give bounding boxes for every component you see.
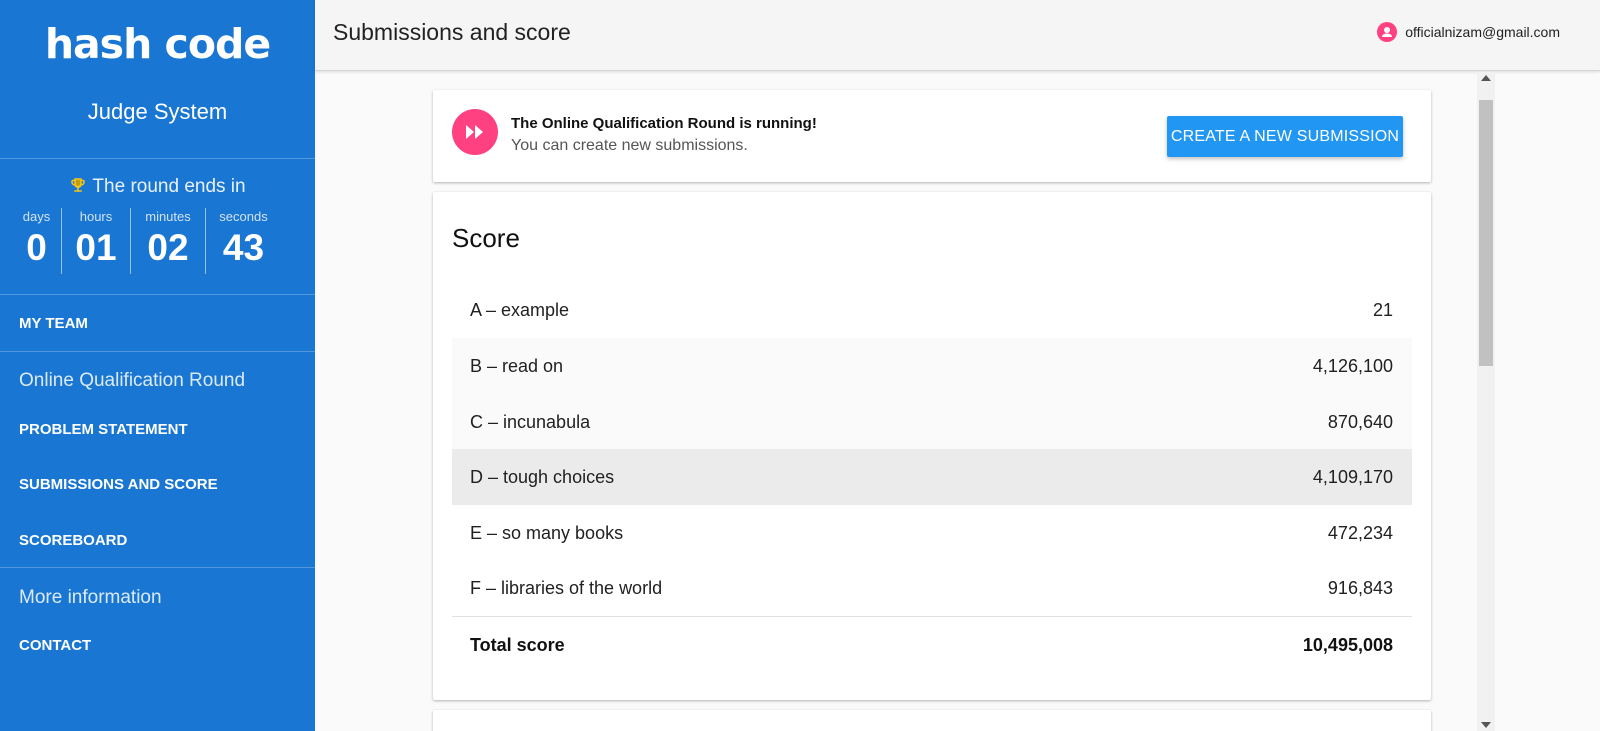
scroll-thumb[interactable] <box>1479 100 1493 366</box>
dataset-score: 472,234 <box>1327 522 1393 543</box>
logo: hash code <box>44 20 271 68</box>
nav-scoreboard[interactable]: SCOREBOARD <box>19 532 127 549</box>
score-row: C – incunabula 870,640 <box>452 394 1412 450</box>
countdown-value: 01 <box>75 227 117 268</box>
sidebar: hash code Judge System The round ends in… <box>0 0 315 731</box>
total-score-row: Total score 10,495,008 <box>452 617 1412 673</box>
nav-section-round: Online Qualification Round <box>19 370 246 391</box>
score-row: D – tough choices 4,109,170 <box>452 449 1412 505</box>
countdown-days: days 0 <box>12 208 61 274</box>
user-email: officialnizam@gmail.com <box>1405 24 1560 40</box>
divider <box>0 294 315 295</box>
score-card: Score A – example 21 B – read on 4,126,1… <box>433 192 1431 700</box>
countdown-seconds: seconds 43 <box>205 208 281 274</box>
scrollbar[interactable] <box>1477 72 1495 731</box>
dataset-name: B – read on <box>470 355 564 376</box>
page-title: Submissions and score <box>333 19 571 45</box>
total-score-value: 10,495,008 <box>1302 634 1393 655</box>
nav-problem-statement[interactable]: PROBLEM STATEMENT <box>19 421 188 438</box>
scroll-up-arrow-icon[interactable] <box>1481 75 1491 81</box>
account-circle-icon <box>1377 22 1398 42</box>
round-ends-label: The round ends in <box>0 176 315 198</box>
dataset-name: D – tough choices <box>470 466 615 487</box>
dataset-score: 870,640 <box>1327 411 1393 432</box>
nav-contact[interactable]: CONTACT <box>19 637 91 654</box>
score-row: B – read on 4,126,100 <box>452 338 1412 394</box>
status-title: The Online Qualification Round is runnin… <box>511 115 817 132</box>
countdown-hours: hours 01 <box>61 208 130 274</box>
divider <box>0 567 315 568</box>
next-card <box>433 710 1431 731</box>
nav-my-team[interactable]: MY TEAM <box>19 315 88 332</box>
dataset-name: F – libraries of the world <box>470 577 663 598</box>
status-subtitle: You can create new submissions. <box>511 137 748 154</box>
countdown-minutes: minutes 02 <box>130 208 205 274</box>
fast-forward-icon <box>452 109 498 155</box>
dataset-score: 4,109,170 <box>1312 466 1393 487</box>
app-subtitle: Judge System <box>87 99 228 124</box>
nav-section-more: More information <box>19 587 162 608</box>
score-title: Score <box>452 223 520 253</box>
dataset-score: 4,126,100 <box>1312 355 1393 376</box>
divider <box>0 351 315 352</box>
score-row: A – example 21 <box>452 282 1412 338</box>
scroll-down-arrow-icon[interactable] <box>1481 722 1491 728</box>
divider <box>0 158 315 159</box>
dataset-name: C – incunabula <box>470 411 591 432</box>
countdown-value: 43 <box>222 227 265 268</box>
dataset-name: E – so many books <box>470 522 624 543</box>
score-row: E – so many books 472,234 <box>452 505 1412 561</box>
score-row: F – libraries of the world 916,843 <box>452 560 1412 616</box>
countdown-label: days <box>22 209 51 224</box>
countdown-label: minutes <box>145 209 191 224</box>
total-score-label: Total score <box>470 634 565 655</box>
trophy-icon <box>69 176 92 196</box>
top-bar: Submissions and score officialnizam@gmai… <box>315 0 1600 71</box>
user-account[interactable]: officialnizam@gmail.com <box>1377 22 1560 42</box>
countdown-label: hours <box>79 209 113 224</box>
countdown-value: 02 <box>147 227 189 268</box>
round-status-card: The Online Qualification Round is runnin… <box>433 90 1431 182</box>
countdown: days 0 hours 01 minutes 02 seconds 43 <box>12 208 281 274</box>
countdown-value: 0 <box>26 227 47 268</box>
dataset-score: 21 <box>1372 299 1393 320</box>
create-submission-button[interactable]: CREATE A NEW SUBMISSION <box>1167 116 1403 157</box>
nav-submissions-and-score[interactable]: SUBMISSIONS AND SCORE <box>19 476 218 493</box>
round-ends-text: The round ends in <box>92 176 246 197</box>
dataset-name: A – example <box>470 299 570 320</box>
dataset-score: 916,843 <box>1327 577 1393 598</box>
countdown-label: seconds <box>219 209 268 224</box>
